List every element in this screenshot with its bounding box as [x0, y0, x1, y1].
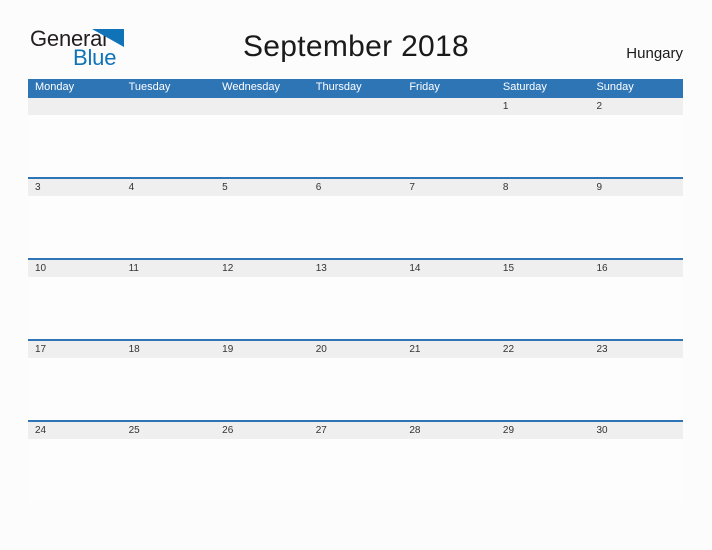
weekday-header-saturday: Saturday [502, 81, 547, 93]
week-row: 10 11 12 13 14 15 16 [28, 258, 683, 339]
day-number[interactable]: 28 [402, 422, 496, 439]
week-notes-area [28, 196, 683, 258]
day-notes-cell[interactable] [28, 277, 122, 339]
day-notes-cell[interactable] [28, 358, 122, 420]
day-number[interactable]: 20 [309, 341, 403, 358]
page-header: General Blue September 2018 Hungary [0, 0, 712, 69]
day-notes-cell[interactable] [215, 196, 309, 258]
week-notes-area [28, 358, 683, 420]
day-number[interactable]: 26 [215, 422, 309, 439]
day-number[interactable]: 18 [122, 341, 216, 358]
country-label: Hungary [626, 45, 683, 62]
day-number[interactable]: 29 [496, 422, 590, 439]
day-notes-cell[interactable] [309, 277, 403, 339]
day-number[interactable]: 16 [589, 260, 683, 277]
weekday-header-friday: Friday [409, 81, 440, 93]
week-date-band: 24 25 26 27 28 29 30 [28, 422, 683, 439]
day-number[interactable] [215, 98, 309, 115]
day-number[interactable] [309, 98, 403, 115]
page-title: September 2018 [242, 30, 470, 63]
day-number[interactable]: 22 [496, 341, 590, 358]
day-number[interactable]: 5 [215, 179, 309, 196]
weekday-header-monday: Monday [35, 81, 75, 93]
day-notes-cell[interactable] [122, 439, 216, 501]
day-notes-cell[interactable] [215, 277, 309, 339]
week-date-band: 1 2 [28, 98, 683, 115]
day-number[interactable] [28, 98, 122, 115]
day-notes-cell[interactable] [122, 115, 216, 177]
week-row: 17 18 19 20 21 22 23 [28, 339, 683, 420]
day-notes-cell[interactable] [215, 439, 309, 501]
day-number[interactable]: 21 [402, 341, 496, 358]
week-row: 1 2 [28, 96, 683, 177]
week-notes-area [28, 439, 683, 501]
calendar-grid: Monday Tuesday Wednesday Thursday Friday… [28, 79, 683, 501]
day-notes-cell[interactable] [496, 277, 590, 339]
day-number[interactable]: 6 [309, 179, 403, 196]
weekday-header-tuesday: Tuesday [128, 81, 171, 93]
day-notes-cell[interactable] [122, 358, 216, 420]
day-number[interactable]: 14 [402, 260, 496, 277]
week-notes-area [28, 115, 683, 177]
day-notes-cell[interactable] [402, 277, 496, 339]
day-notes-cell[interactable] [589, 358, 683, 420]
day-number[interactable]: 24 [28, 422, 122, 439]
day-notes-cell[interactable] [496, 358, 590, 420]
day-number[interactable]: 11 [122, 260, 216, 277]
day-number[interactable]: 19 [215, 341, 309, 358]
day-number[interactable]: 10 [28, 260, 122, 277]
day-notes-cell[interactable] [28, 196, 122, 258]
day-notes-cell[interactable] [122, 277, 216, 339]
day-notes-cell[interactable] [589, 277, 683, 339]
day-notes-cell[interactable] [215, 358, 309, 420]
day-number[interactable]: 25 [122, 422, 216, 439]
day-number[interactable]: 27 [309, 422, 403, 439]
day-notes-cell[interactable] [215, 115, 309, 177]
week-row: 24 25 26 27 28 29 30 [28, 420, 683, 501]
day-notes-cell[interactable] [28, 439, 122, 501]
day-number[interactable]: 9 [589, 179, 683, 196]
day-notes-cell[interactable] [589, 439, 683, 501]
weekday-header-thursday: Thursday [315, 81, 362, 93]
week-date-band: 3 4 5 6 7 8 9 [28, 179, 683, 196]
day-number[interactable] [122, 98, 216, 115]
day-number[interactable]: 12 [215, 260, 309, 277]
weekday-header-sunday: Sunday [596, 81, 634, 93]
day-number[interactable]: 23 [589, 341, 683, 358]
day-notes-cell[interactable] [309, 115, 403, 177]
day-notes-cell[interactable] [496, 115, 590, 177]
day-notes-cell[interactable] [402, 439, 496, 501]
week-date-band: 10 11 12 13 14 15 16 [28, 260, 683, 277]
day-number[interactable] [402, 98, 496, 115]
day-notes-cell[interactable] [589, 115, 683, 177]
day-number[interactable]: 4 [122, 179, 216, 196]
week-notes-area [28, 277, 683, 339]
day-notes-cell[interactable] [309, 439, 403, 501]
day-notes-cell[interactable] [309, 358, 403, 420]
day-notes-cell[interactable] [589, 196, 683, 258]
day-number[interactable]: 7 [402, 179, 496, 196]
day-number[interactable]: 1 [496, 98, 590, 115]
week-row: 3 4 5 6 7 8 9 [28, 177, 683, 258]
weekday-header-row: Monday Tuesday Wednesday Thursday Friday… [28, 79, 683, 96]
day-notes-cell[interactable] [402, 358, 496, 420]
day-notes-cell[interactable] [496, 439, 590, 501]
day-number[interactable]: 8 [496, 179, 590, 196]
day-notes-cell[interactable] [309, 196, 403, 258]
day-number[interactable]: 2 [589, 98, 683, 115]
day-number[interactable]: 30 [589, 422, 683, 439]
day-notes-cell[interactable] [402, 115, 496, 177]
day-notes-cell[interactable] [402, 196, 496, 258]
week-date-band: 17 18 19 20 21 22 23 [28, 341, 683, 358]
day-number[interactable]: 17 [28, 341, 122, 358]
day-notes-cell[interactable] [496, 196, 590, 258]
day-notes-cell[interactable] [28, 115, 122, 177]
weekday-header-wednesday: Wednesday [222, 81, 281, 93]
day-number[interactable]: 3 [28, 179, 122, 196]
day-notes-cell[interactable] [122, 196, 216, 258]
day-number[interactable]: 13 [309, 260, 403, 277]
day-number[interactable]: 15 [496, 260, 590, 277]
